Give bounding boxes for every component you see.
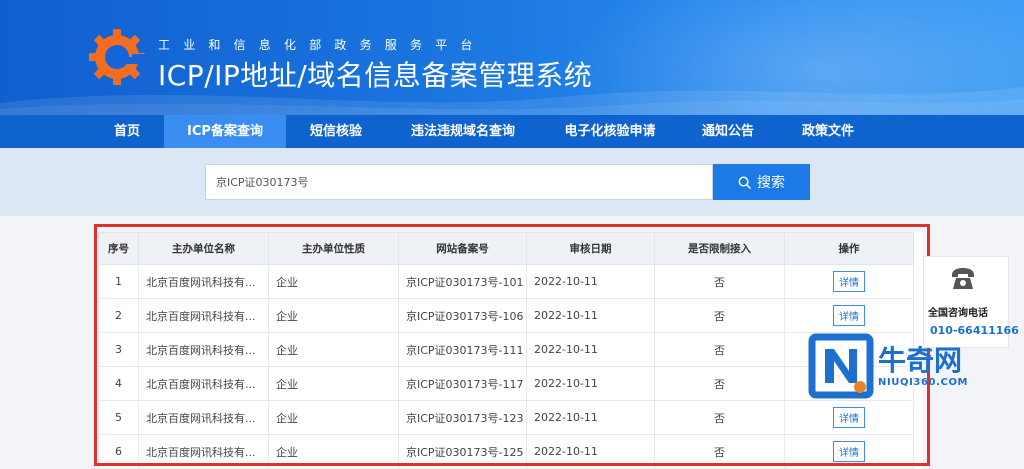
gear-logo-icon (89, 29, 146, 85)
page-title: ICP/IP地址/域名信息备案管理系统 (158, 59, 593, 92)
nav-item-announcements[interactable]: 通知公告 (684, 115, 772, 148)
contact-label: 全国咨询电话 (928, 308, 988, 319)
contact-phone-number: 010-66411166 (930, 324, 1019, 337)
contact-widget: 全国咨询电话 010-66411166 (923, 256, 1019, 348)
nav-item-home[interactable]: 首页 (92, 115, 162, 148)
nav-item-sms-verify[interactable]: 短信核验 (292, 115, 380, 148)
highlight-frame (94, 224, 930, 466)
nav-item-illegal-domain-query[interactable]: 违法违规域名查询 (392, 115, 534, 148)
phone-icon (952, 268, 974, 289)
nav-item-e-verify-apply[interactable]: 电子化核验申请 (548, 115, 672, 148)
nav-item-policy-docs[interactable]: 政策文件 (784, 115, 872, 148)
main-nav: 首页 ICP备案查询 短信核验 违法违规域名查询 电子化核验申请 通知公告 政策… (0, 115, 1024, 148)
watermark-brand-name: 牛奇网 (878, 344, 963, 377)
n-watermark-logo-icon (808, 333, 874, 399)
search-button-label: 搜索 (757, 175, 785, 191)
nav-item-icp-query[interactable]: ICP备案查询 (164, 115, 286, 148)
page: 工业和信息化部政务服务平台 ICP/IP地址/域名信息备案管理系统 首页 ICP… (0, 0, 1024, 469)
watermark-url: NIUQI360.COM (878, 377, 969, 388)
search-bar: 搜索 (0, 148, 1024, 216)
header-subtitle: 工业和信息化部政务服务平台 (158, 38, 486, 52)
search-icon (738, 176, 751, 189)
site-header: 工业和信息化部政务服务平台 ICP/IP地址/域名信息备案管理系统 (0, 0, 1024, 115)
search-input[interactable] (205, 164, 713, 200)
search-button[interactable]: 搜索 (713, 164, 810, 200)
